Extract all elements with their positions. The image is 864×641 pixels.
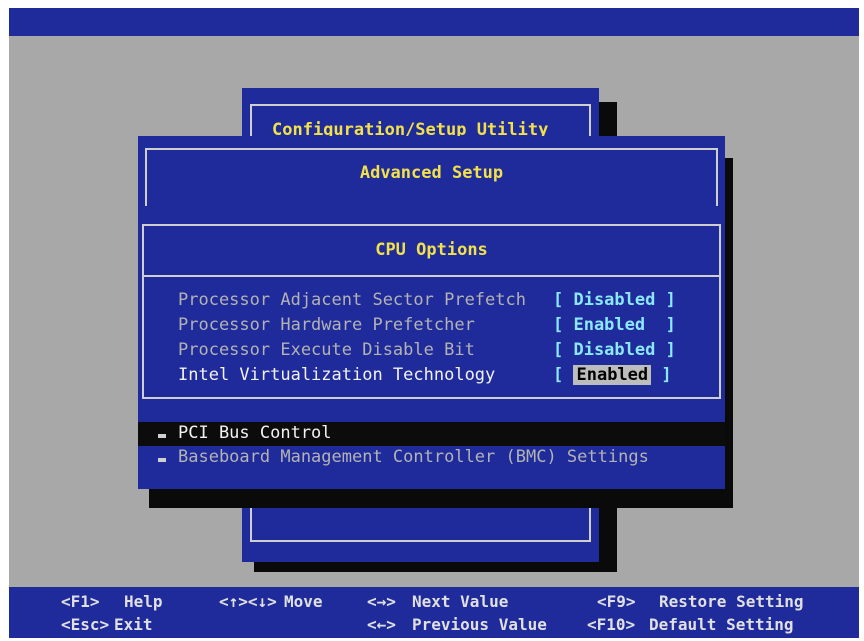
key-f10: <F10> [587, 615, 636, 634]
key-updown: <↑><↓> [219, 592, 277, 611]
key-legend-bar: <F1> Help <↑><↓> Move <→> Next Value <F9… [9, 587, 859, 638]
cpu-options-divider [144, 275, 719, 277]
bracket-close: ] [651, 365, 672, 385]
menu-bullet-icon [158, 458, 166, 462]
key-f10-label: Default Setting [649, 615, 794, 634]
cpu-option-label[interactable]: Processor Hardware Prefetcher [178, 315, 475, 335]
cpu-option-value[interactable]: [ Enabled ] [553, 315, 676, 335]
cpu-option-value[interactable]: [ Disabled ] [553, 340, 676, 360]
cpu-option-label[interactable]: Processor Execute Disable Bit [178, 340, 475, 360]
key-esc-label: Exit [114, 615, 153, 634]
cpu-option-value[interactable]: [ Disabled ] [553, 290, 676, 310]
key-f1-label: Help [124, 592, 163, 611]
key-f9: <F9> [597, 592, 636, 611]
menu-item-bmc-settings[interactable]: Baseboard Management Controller (BMC) Se… [178, 447, 649, 467]
key-right: <→> [367, 592, 396, 611]
advanced-window: Advanced Setup CPU Options Processor Adj… [138, 136, 725, 489]
menu-item-pci-bus-control[interactable]: PCI Bus Control [178, 423, 332, 443]
key-right-label: Next Value [412, 592, 509, 611]
menu-item-row[interactable]: PCI Bus Control [138, 422, 725, 446]
key-updown-label: Move [284, 592, 323, 611]
bracket-open: [ [553, 365, 574, 385]
key-esc: <Esc> [61, 615, 110, 634]
advanced-title: Advanced Setup [359, 163, 504, 183]
key-left: <←> [367, 615, 396, 634]
key-left-label: Previous Value [412, 615, 547, 634]
key-f1: <F1> [61, 592, 100, 611]
key-f9-label: Restore Setting [659, 592, 804, 611]
cpu-options-title: CPU Options [375, 240, 488, 260]
cpu-option-label[interactable]: Processor Adjacent Sector Prefetch [178, 290, 526, 310]
top-bar [9, 8, 859, 36]
selected-value-highlight[interactable]: Enabled [573, 365, 652, 385]
menu-bullet-icon [158, 434, 166, 438]
cpu-option-value-selected[interactable]: [ Enabled ] [553, 365, 672, 385]
bios-screen: Configuration/Setup Utility Advanced Set… [9, 8, 859, 638]
cpu-option-label-selected[interactable]: Intel Virtualization Technology [178, 365, 495, 385]
